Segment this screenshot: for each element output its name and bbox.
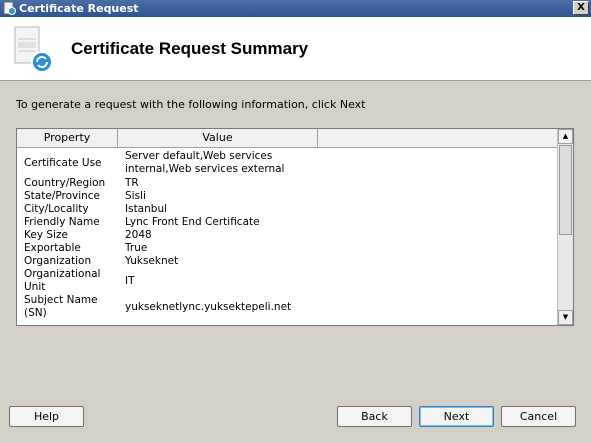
property-cell: Organization <box>24 255 92 267</box>
table-row[interactable]: Key Size 2048 <box>17 229 558 242</box>
help-button[interactable]: Help <box>9 406 84 427</box>
value-cell: yukseknetlync.yuksektepeli.net <box>125 300 292 313</box>
table-row[interactable]: Organization Yukseknet <box>17 255 558 268</box>
value-cell: Server default,Web services internal,Web… <box>125 150 285 175</box>
vertical-scrollbar[interactable]: ▲ ▼ <box>557 129 573 325</box>
value-cell: Istanbul <box>125 203 168 215</box>
property-cell: Subject Name (SN) <box>24 294 98 319</box>
grid-body: Certificate Use Server default,Web servi… <box>17 149 558 320</box>
table-row[interactable]: Country/Region TR <box>17 177 558 190</box>
table-row[interactable]: State/Province Sisli <box>17 190 558 203</box>
property-cell: Country/Region <box>24 177 106 189</box>
value-cell: Lync Front End Certificate <box>125 216 260 228</box>
table-row[interactable]: Subject Name (SN) yukseknetlync.yuksekte… <box>17 294 558 320</box>
grid-header: Property Value <box>17 129 558 148</box>
page-title: Certificate Request Summary <box>71 39 309 58</box>
property-cell: Certificate Use <box>24 156 102 169</box>
table-row[interactable]: Friendly Name Lync Front End Certificate <box>17 216 558 229</box>
certificate-wizard-icon <box>14 26 53 73</box>
value-cell: Sisli <box>125 190 146 202</box>
scroll-thumb[interactable] <box>559 145 572 235</box>
table-row[interactable]: Organizational Unit IT <box>17 268 558 294</box>
column-header-value[interactable]: Value <box>118 129 318 147</box>
property-cell: Organizational Unit <box>24 268 101 293</box>
value-cell: Yukseknet <box>125 255 179 267</box>
summary-grid[interactable]: Property Value Certificate Use Server de… <box>16 128 574 326</box>
column-header-filler <box>318 129 558 147</box>
value-cell: IT <box>125 274 135 287</box>
close-button[interactable]: X <box>573 1 589 15</box>
instruction-text: To generate a request with the following… <box>16 98 366 111</box>
column-header-property[interactable]: Property <box>17 129 118 147</box>
value-cell: TR <box>125 177 139 189</box>
wizard-header: Certificate Request Summary <box>0 17 591 81</box>
app-icon <box>3 1 16 15</box>
window-title: Certificate Request <box>19 2 139 15</box>
scroll-down-icon[interactable]: ▼ <box>558 310 573 325</box>
scroll-up-icon[interactable]: ▲ <box>558 129 573 144</box>
table-row[interactable]: Certificate Use Server default,Web servi… <box>17 149 558 177</box>
value-cell: True <box>125 242 148 254</box>
table-row[interactable]: Exportable True <box>17 242 558 255</box>
value-cell: 2048 <box>125 229 152 241</box>
property-cell: Key Size <box>24 229 68 241</box>
property-cell: City/Locality <box>24 203 89 215</box>
back-button[interactable]: Back <box>337 406 412 427</box>
next-button[interactable]: Next <box>419 406 494 427</box>
property-cell: Exportable <box>24 242 81 254</box>
cancel-button[interactable]: Cancel <box>501 406 576 427</box>
title-bar: Certificate Request X <box>0 0 591 17</box>
table-row[interactable]: City/Locality Istanbul <box>17 203 558 216</box>
property-cell: Friendly Name <box>24 216 100 228</box>
property-cell: State/Province <box>24 190 101 202</box>
